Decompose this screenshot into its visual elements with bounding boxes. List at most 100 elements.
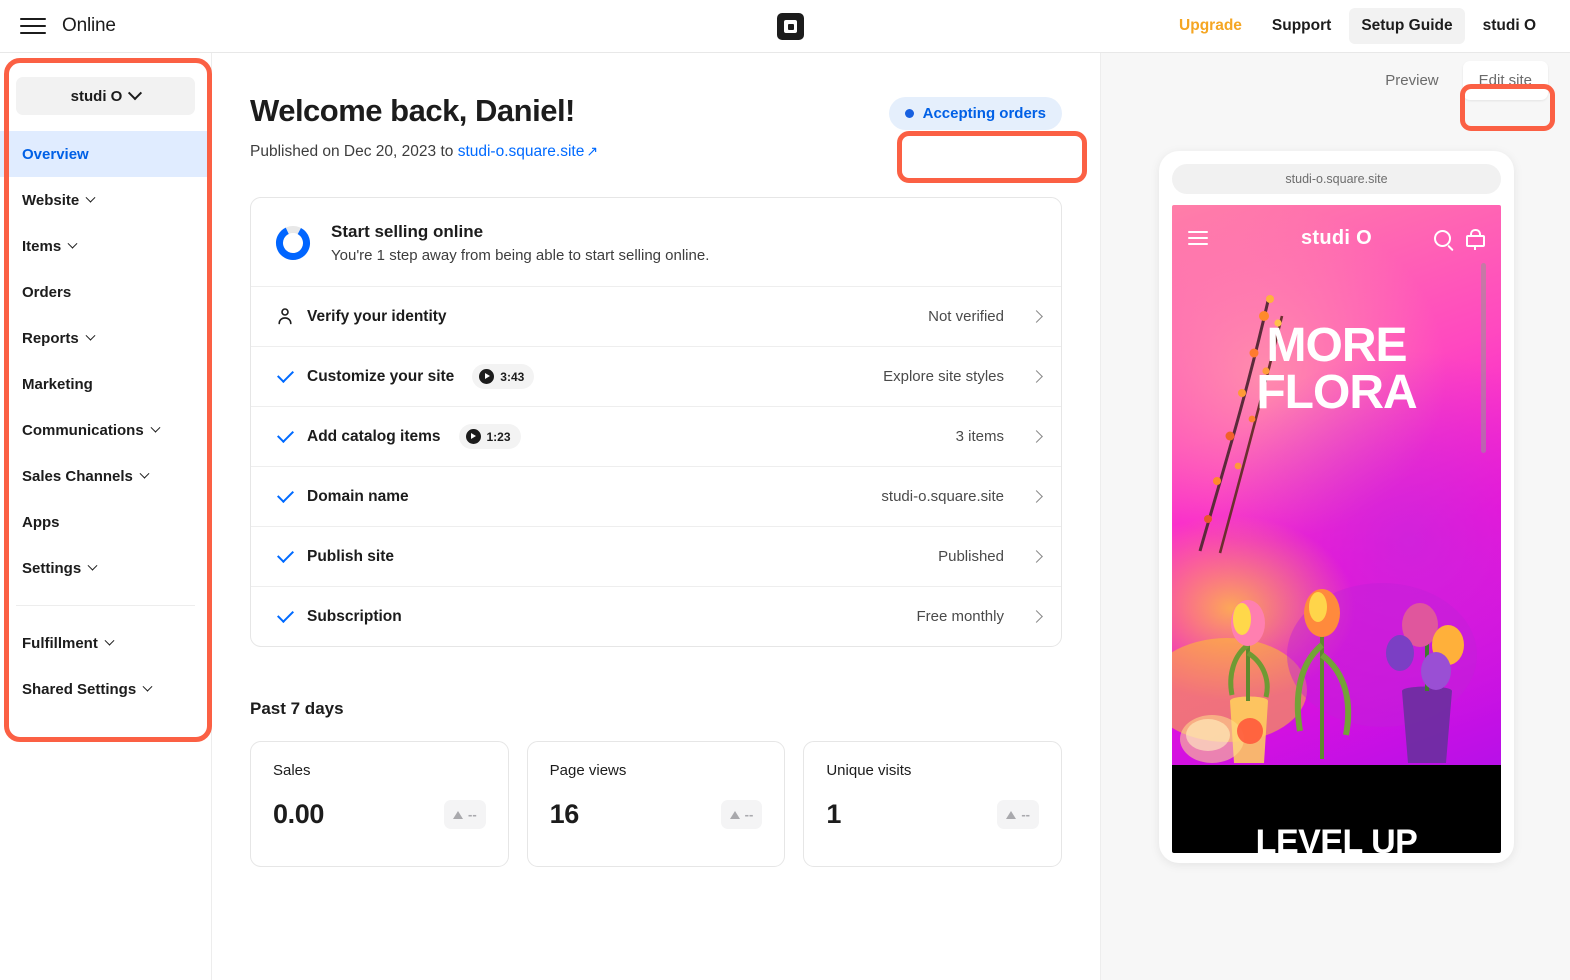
welcome-block: Welcome back, Daniel! Published on Dec 2… (250, 93, 598, 161)
store-switcher[interactable]: studi O (16, 77, 195, 115)
setup-row-subscription[interactable]: Subscription Free monthly (251, 586, 1061, 646)
setup-guide-tab[interactable]: Setup Guide (1349, 8, 1465, 44)
sidebar-item-communications[interactable]: Communications (0, 407, 211, 453)
external-link-icon: ↗ (586, 143, 599, 159)
phone-url: studi-o.square.site (1285, 172, 1388, 186)
setup-row-domain-name[interactable]: Domain name studi-o.square.site (251, 466, 1061, 526)
hamburger-icon[interactable] (20, 13, 46, 39)
stat-card-sales[interactable]: Sales 0.00 -- (250, 741, 509, 867)
video-chip[interactable]: 1:23 (458, 424, 521, 449)
setup-row-label: Verify your identity (307, 307, 447, 325)
sidebar-item-sales-channels[interactable]: Sales Channels (0, 453, 211, 499)
delta-value: -- (744, 807, 754, 822)
delta-chip: -- (444, 800, 486, 829)
sidebar-item-settings[interactable]: Settings (0, 545, 211, 591)
delta-chip: -- (997, 800, 1040, 829)
accepting-orders-pill[interactable]: Accepting orders (888, 97, 1062, 130)
preview-button[interactable]: Preview (1369, 61, 1454, 100)
play-icon (465, 429, 481, 444)
chevron-right-icon (1030, 490, 1043, 503)
setup-row-publish-site[interactable]: Publish site Published (251, 526, 1061, 586)
stat-card-page-views[interactable]: Page views 16 -- (526, 741, 786, 867)
check-icon (275, 366, 295, 383)
setup-guide-card: Start selling online You're 1 step away … (250, 197, 1062, 647)
sidebar-item-website[interactable]: Website (0, 177, 211, 223)
sidebar-item-items[interactable]: Items (0, 223, 211, 269)
hero-heading: MORE FLORA (1172, 319, 1501, 419)
hero-section: studi O MORE FLORA (1172, 205, 1501, 765)
account-menu[interactable]: studi O (1471, 8, 1548, 44)
sidebar-item-label: Items (22, 237, 62, 255)
chevron-right-icon (1030, 310, 1043, 323)
cart-icon[interactable] (1466, 229, 1485, 250)
sidebar-item-marketing[interactable]: Marketing (0, 361, 211, 407)
hero-heading-line2: FLORA (1256, 365, 1417, 419)
hero-heading-line1: MORE (1266, 319, 1408, 372)
sidebar-item-fulfillment[interactable]: Fulfillment (0, 620, 211, 666)
sidebar-item-overview[interactable]: Overview (0, 131, 211, 177)
chevron-down-icon (87, 560, 98, 571)
search-icon[interactable] (1434, 229, 1451, 247)
phone-nav-actions (1434, 229, 1485, 250)
upgrade-link[interactable]: Upgrade (1167, 8, 1254, 44)
setup-row-label: Subscription (307, 607, 402, 625)
setup-row-label: Customize your site (307, 367, 455, 385)
sidebar-item-label: Overview (22, 145, 89, 163)
setup-card-text: Start selling online You're 1 step away … (331, 222, 709, 264)
hamburger-icon[interactable] (1188, 231, 1208, 245)
phone-preview[interactable]: studi-o.square.site studi O MORE FLORA L… (1159, 151, 1514, 863)
setup-row-label: Domain name (307, 487, 409, 505)
stat-label: Sales (273, 762, 311, 779)
stat-value: 16 (549, 799, 580, 829)
setup-row-customize-site[interactable]: Customize your site 3:43 Explore site st… (251, 346, 1061, 406)
stats-row: Sales 0.00 -- Page views 16 -- Unique vi… (250, 741, 1063, 867)
play-icon (479, 369, 495, 384)
video-chip[interactable]: 3:43 (472, 364, 535, 389)
published-prefix: Published on Dec 20, 2023 to (250, 143, 458, 160)
setup-row-value: Not verified (928, 308, 1004, 325)
phone-url-bar: studi-o.square.site (1172, 164, 1501, 194)
store-switcher-label: studi O (70, 87, 123, 105)
band-text: LEVEL UP (1255, 823, 1418, 853)
progress-ring-icon (276, 226, 310, 260)
stat-card-unique-visits[interactable]: Unique visits 1 -- (803, 741, 1063, 867)
square-logo (777, 13, 804, 40)
triangle-up-icon (1006, 810, 1017, 819)
sidebar-item-label: Sales Channels (22, 467, 133, 485)
setup-row-label: Add catalog items (307, 427, 441, 445)
setup-row-verify-identity[interactable]: Verify your identity Not verified (251, 286, 1061, 346)
sidebar: studi O Overview Website Items Orders Re… (0, 53, 212, 980)
site-url-link[interactable]: studi-o.square.site (458, 143, 585, 160)
triangle-up-icon (729, 810, 740, 819)
site-preview-panel: Preview Edit site studi-o.square.site st… (1100, 53, 1570, 980)
setup-card-header: Start selling online You're 1 step away … (251, 198, 1061, 286)
check-icon (275, 606, 295, 623)
chevron-right-icon (1030, 430, 1043, 443)
sidebar-item-apps[interactable]: Apps (0, 499, 211, 545)
sidebar-item-orders[interactable]: Orders (0, 269, 211, 315)
triangle-up-icon (453, 810, 463, 819)
sidebar-divider (16, 605, 195, 606)
setup-row-value: Explore site styles (883, 368, 1004, 385)
sidebar-item-reports[interactable]: Reports (0, 315, 211, 361)
delta-value: -- (468, 807, 477, 822)
sidebar-item-label: Settings (22, 559, 82, 577)
setup-row-add-catalog-items[interactable]: Add catalog items 1:23 3 items (251, 406, 1061, 466)
status-dot-icon (904, 109, 914, 118)
delta-value: -- (1021, 807, 1031, 822)
phone-viewport: studi O MORE FLORA LEVEL UP (1172, 205, 1501, 853)
app-root: Online Upgrade Support Setup Guide studi… (0, 0, 1570, 980)
video-duration: 3:43 (500, 369, 525, 384)
status-badge-label: Accepting orders (922, 105, 1046, 122)
edit-site-button[interactable]: Edit site (1462, 61, 1548, 100)
welcome-title: Welcome back, Daniel! (250, 93, 575, 128)
hamburger-line (20, 24, 46, 28)
support-link[interactable]: Support (1260, 8, 1343, 44)
preview-panel-toolbar: Preview Edit site (1101, 53, 1570, 108)
sidebar-item-label: Communications (22, 421, 144, 439)
stat-bottom: 16 -- (550, 799, 763, 830)
sidebar-item-shared-settings[interactable]: Shared Settings (0, 666, 211, 712)
stat-value: 0.00 (273, 799, 324, 829)
top-bar-links: Upgrade Support Setup Guide studi O (1167, 8, 1570, 44)
chevron-right-icon (1030, 610, 1043, 623)
